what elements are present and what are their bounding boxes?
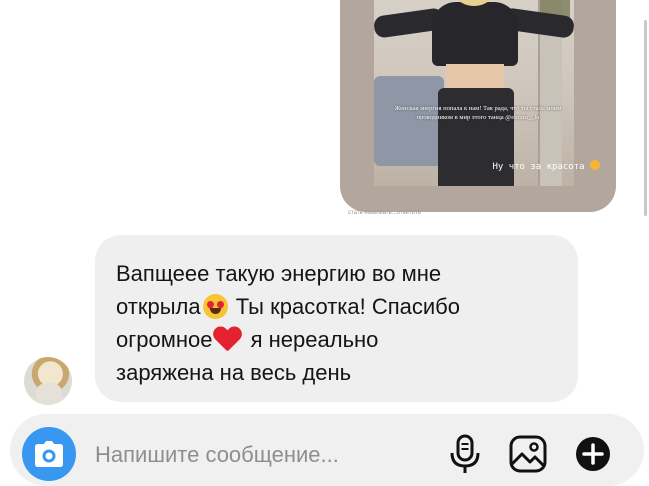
message-text: Ты красотка! Спасибо <box>235 294 460 319</box>
message-line: Вапщеее такую энергию во мне <box>116 261 442 286</box>
smiling-face-emoji-icon <box>590 160 600 170</box>
message-text: я нереально <box>250 327 379 352</box>
message-text: открыла <box>116 294 201 319</box>
camera-icon <box>35 441 63 467</box>
message-line: заряжена на весь день <box>116 360 352 385</box>
message-bubble[interactable]: Вапщеее такую энергию во мне открыла Ты … <box>95 235 578 402</box>
plus-icon <box>576 437 610 471</box>
message-line: огромное я нереально <box>116 323 558 356</box>
story-caption: Женская энергия попала к нам! Так рада, … <box>394 105 562 121</box>
story-sub-caption: стать нажимать...ответить <box>348 210 421 216</box>
story-footer-label: Ну что за красота <box>492 162 585 172</box>
sender-avatar[interactable] <box>24 357 72 405</box>
story-image <box>374 0 574 186</box>
microphone-icon <box>450 434 480 473</box>
plus-button[interactable] <box>573 433 613 475</box>
gallery-button[interactable] <box>508 433 548 475</box>
red-heart-emoji-icon <box>213 327 241 353</box>
message-text: огромное <box>116 327 213 352</box>
camera-button[interactable] <box>22 427 76 481</box>
scrollbar[interactable] <box>644 20 647 216</box>
message-input[interactable] <box>93 432 427 478</box>
message-line: открыла Ты красотка! Спасибо <box>116 290 558 323</box>
story-footer-text: Ну что за красота <box>492 160 600 172</box>
shared-story-card[interactable]: Женская энергия попала к нам! Так рада, … <box>340 0 616 212</box>
heart-eyes-emoji-icon <box>202 294 228 319</box>
gallery-icon <box>509 435 547 473</box>
microphone-button[interactable] <box>445 433 485 475</box>
